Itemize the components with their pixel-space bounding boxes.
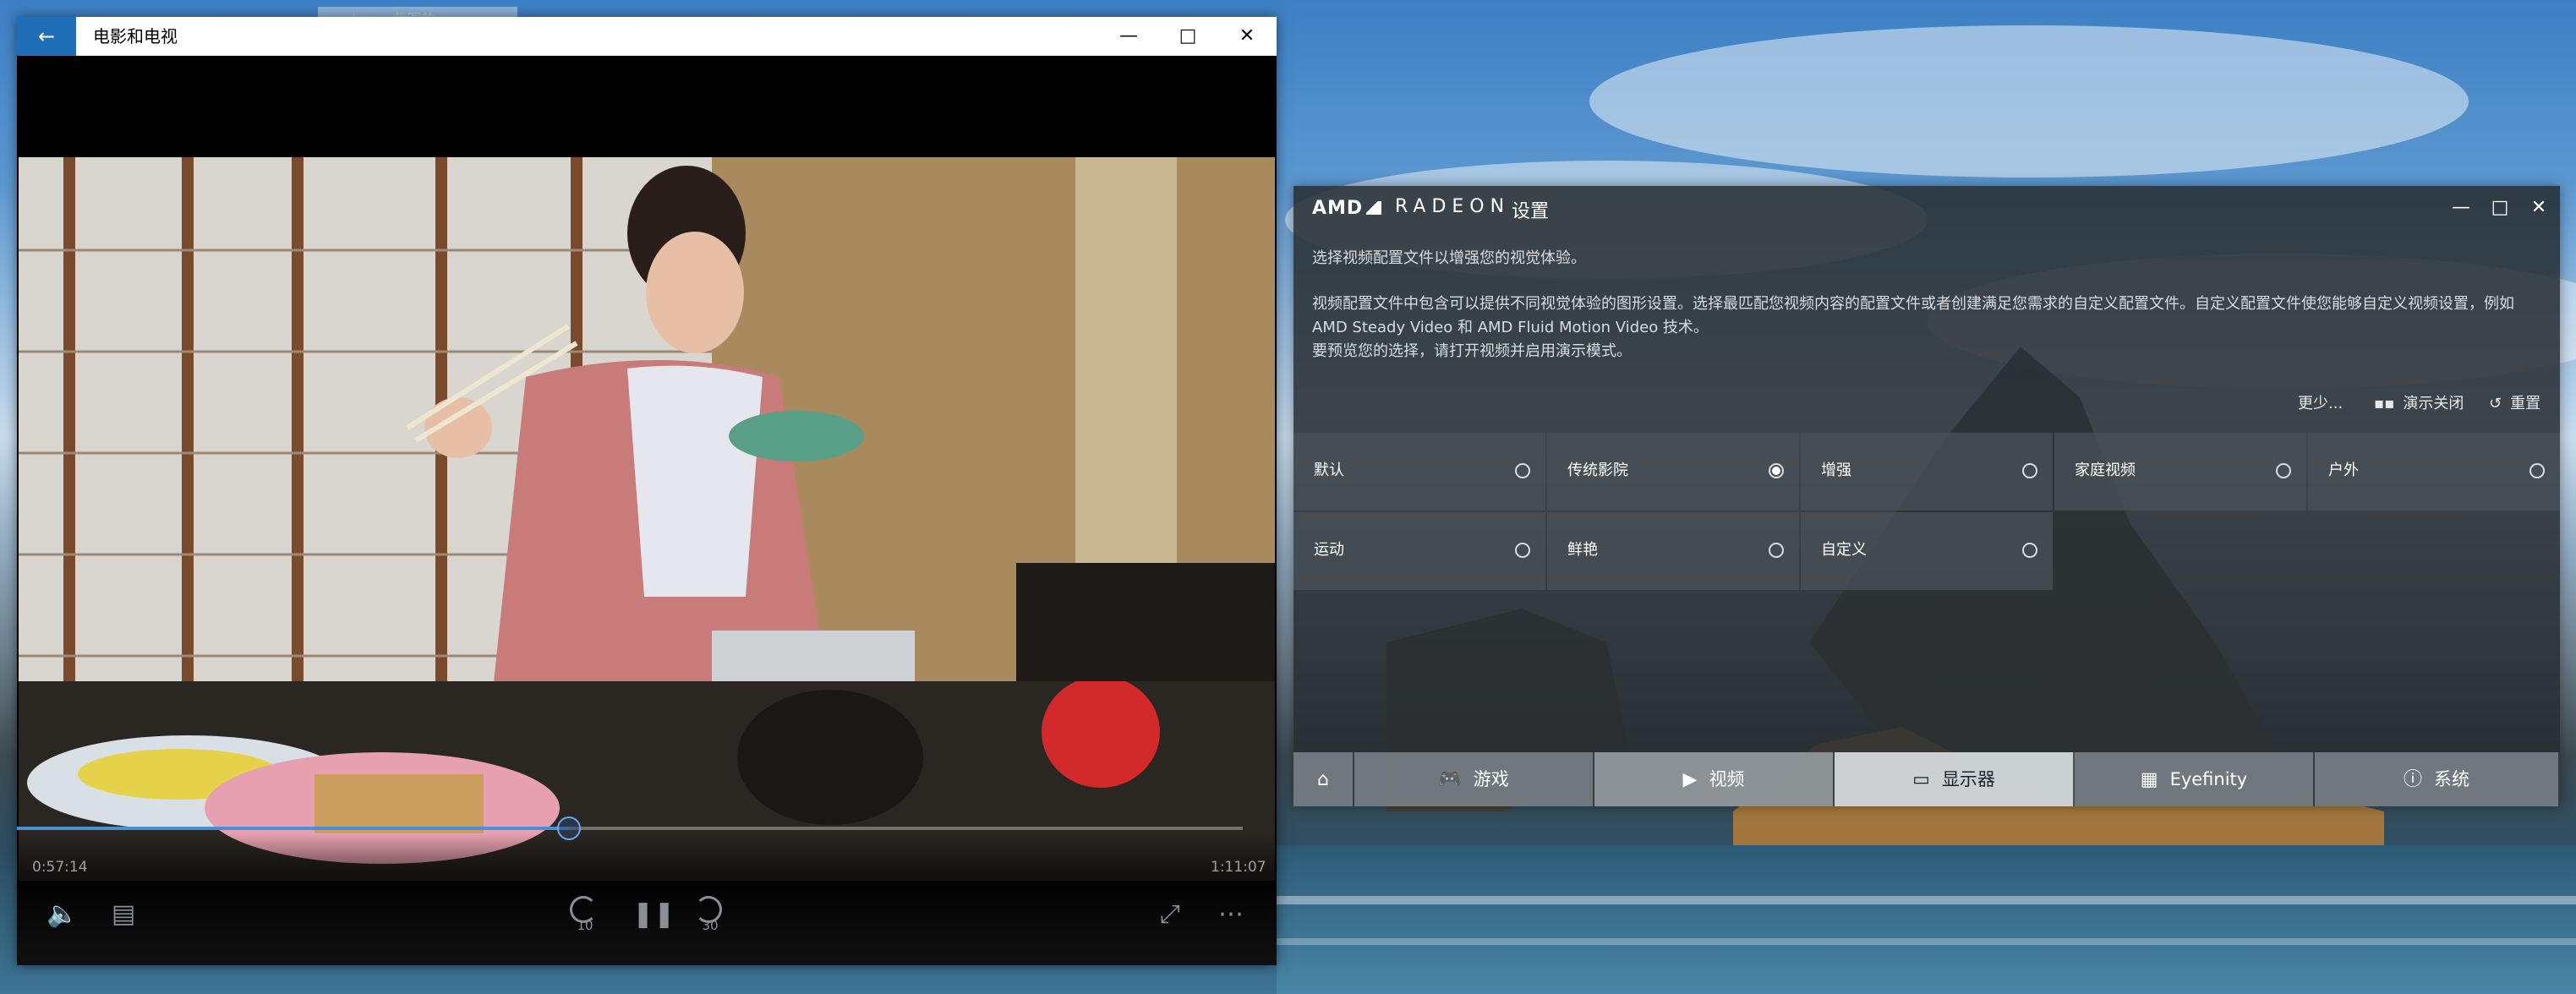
- demo-mode-toggle[interactable]: ▪▪ 演示关闭: [2374, 392, 2464, 416]
- settings-label: 设置: [1512, 201, 1550, 222]
- monitor-icon: ▭: [1912, 769, 1930, 790]
- play-icon: ▶: [1682, 769, 1698, 790]
- video-frame[interactable]: [19, 157, 1275, 881]
- radio-icon[interactable]: [1769, 543, 1784, 558]
- gamepad-icon: 🎮: [1438, 769, 1462, 790]
- movies-tv-window: ← 电影和电视 — □ ✕: [17, 17, 1277, 965]
- pause-icon[interactable]: ❚❚: [632, 898, 675, 931]
- profile-option[interactable]: 户外: [2308, 433, 2560, 511]
- show-less-link[interactable]: 更少...: [2298, 392, 2343, 416]
- profile-option[interactable]: 运动: [1293, 512, 1545, 590]
- profile-option[interactable]: 传统影院: [1547, 433, 1799, 511]
- close-icon[interactable]: ✕: [1217, 17, 1277, 56]
- radio-icon[interactable]: [1515, 463, 1530, 478]
- nav-tab-label: Eyefinity: [2169, 769, 2248, 789]
- remaining-time: 1:11:07: [1211, 859, 1266, 876]
- intro-text: 选择视频配置文件以增强您的视觉体验。: [1312, 249, 1586, 267]
- demo-mode-icon: ▪▪: [2374, 395, 2395, 412]
- back-arrow-icon[interactable]: ←: [17, 17, 76, 56]
- nav-tab-游戏[interactable]: 🎮 游戏: [1354, 752, 1594, 806]
- profile-label: 自定义: [1821, 541, 1867, 559]
- profile-label: 运动: [1314, 541, 1344, 559]
- profile-label: 默认: [1314, 462, 1344, 479]
- minimize-icon[interactable]: —: [2442, 191, 2480, 225]
- nav-tab-home[interactable]: ⌂: [1293, 752, 1354, 806]
- profile-option[interactable]: 家庭视频: [2054, 433, 2306, 511]
- seek-bar-progress: [17, 827, 569, 830]
- amd-radeon-window: AMD RADEON 设置 — □ ✕ 选择视频配置文件以增强您的视觉体验。 视…: [1293, 186, 2560, 806]
- reset-label: 重置: [2510, 395, 2541, 412]
- maximize-icon[interactable]: □: [1158, 17, 1217, 56]
- maximize-icon[interactable]: □: [2480, 191, 2519, 225]
- radio-icon[interactable]: [2530, 463, 2545, 478]
- close-icon[interactable]: ✕: [2519, 191, 2558, 225]
- home-icon: ⌂: [1317, 769, 1329, 790]
- demo-mode-label: 演示关闭: [2403, 395, 2464, 412]
- radio-icon[interactable]: [2022, 543, 2037, 558]
- description-line-1: 视频配置文件中包含可以提供不同视觉体验的图形设置。选择最匹配您视频内容的配置文件…: [1312, 295, 2514, 313]
- fullscreen-icon[interactable]: ⤢: [1151, 898, 1189, 931]
- more-icon[interactable]: ⋯: [1212, 898, 1250, 931]
- nav-tab-label: 显示器: [1941, 769, 1995, 789]
- radeon-label: RADEON: [1395, 196, 1511, 217]
- skip-forward-icon[interactable]: 30: [692, 894, 729, 933]
- info-icon: ⓘ: [2403, 769, 2422, 790]
- profile-label: 传统影院: [1567, 462, 1628, 479]
- nav-tab-显示器[interactable]: ▭ 显示器: [1835, 752, 2075, 806]
- amd-logo: AMD: [1312, 198, 1382, 219]
- subtitles-icon[interactable]: ▤: [105, 898, 142, 931]
- movies-tv-title: 电影和电视: [93, 26, 178, 46]
- description-line-2: AMD Steady Video 和 AMD Fluid Motion Vide…: [1312, 319, 1709, 336]
- profile-option[interactable]: 自定义: [1801, 512, 2053, 590]
- radio-icon[interactable]: [2022, 463, 2037, 478]
- nav-tab-视频[interactable]: ▶ 视频: [1594, 752, 1835, 806]
- elapsed-time: 0:57:14: [32, 859, 88, 876]
- video-scene: [19, 157, 1275, 881]
- profile-label: 户外: [2328, 462, 2359, 479]
- reset-icon: ↺: [2489, 395, 2502, 412]
- profile-label: 增强: [1821, 462, 1851, 479]
- seek-thumb[interactable]: [556, 816, 581, 840]
- movies-tv-titlebar: ← 电影和电视 — □ ✕: [17, 17, 1277, 56]
- radio-selected-icon[interactable]: [1769, 463, 1784, 478]
- nav-tab-label: 游戏: [1473, 769, 1509, 789]
- skip-back-icon[interactable]: 10: [566, 894, 604, 933]
- reset-button[interactable]: ↺ 重置: [2489, 392, 2540, 416]
- volume-icon[interactable]: 🔈: [44, 898, 81, 931]
- profile-option[interactable]: 默认: [1293, 433, 1545, 511]
- eyefinity-icon: ▦: [2140, 769, 2158, 790]
- profile-label: 鲜艳: [1567, 541, 1598, 559]
- radio-icon[interactable]: [2276, 463, 2291, 478]
- profile-option[interactable]: 鲜艳: [1547, 512, 1799, 590]
- nav-tab-系统[interactable]: ⓘ 系统: [2315, 752, 2560, 806]
- radio-icon[interactable]: [1515, 543, 1530, 558]
- profile-option[interactable]: 增强: [1801, 433, 2053, 511]
- minimize-icon[interactable]: —: [1099, 17, 1158, 56]
- nav-tab-Eyefinity[interactable]: ▦ Eyefinity: [2075, 752, 2315, 806]
- profile-label: 家庭视频: [2075, 462, 2136, 479]
- nav-tab-label: 视频: [1709, 769, 1745, 789]
- nav-tab-label: 系统: [2434, 769, 2469, 789]
- description-line-3: 要预览您的选择，请打开视频并启用演示模式。: [1312, 342, 1632, 360]
